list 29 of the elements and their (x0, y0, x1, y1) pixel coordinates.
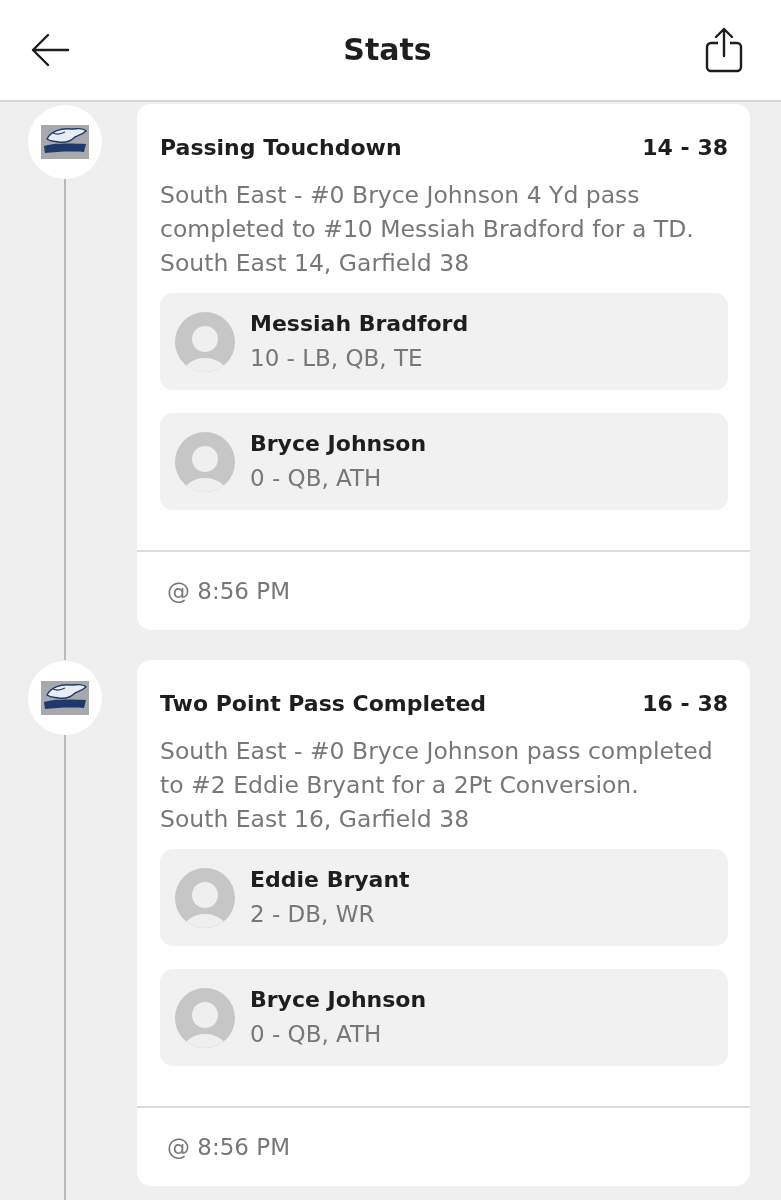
avatar-icon (175, 431, 235, 492)
score-summary: South East 16, Garfield 38 (159, 804, 471, 835)
player-card[interactable]: Bryce Johnson 0 - QB, ATH (160, 969, 728, 1066)
time-label: @ 8:56 PM (167, 1133, 290, 1162)
share-icon[interactable] (705, 27, 743, 73)
event-title: Passing Touchdown (160, 134, 402, 162)
page-title: Stats (343, 31, 432, 69)
player-details: 0 - QB, ATH (250, 463, 383, 493)
player-card[interactable]: Messiah Bradford 10 - LB, QB, TE (160, 293, 728, 390)
score-summary: South East 14, Garfield 38 (159, 248, 471, 279)
time-label: @ 8:56 PM (167, 577, 290, 606)
player-card[interactable]: Eddie Bryant 2 - DB, WR (160, 849, 728, 946)
avatar-icon (175, 867, 235, 928)
player-card[interactable]: Bryce Johnson 0 - QB, ATH (160, 413, 728, 510)
play-description: South East - #0 Bryce Johnson pass completed to #2 Eddie Bryant for a 2Pt Conversion. (159, 736, 714, 801)
avatar-icon (175, 311, 235, 372)
play-description: South East - #0 Bryce Johnson 4 Yd pass completed to #10 Messiah Bradford for a TD. (159, 180, 695, 245)
event-score: 14 - 38 (642, 134, 728, 162)
player-name: Eddie Bryant (250, 865, 410, 894)
back-arrow-icon[interactable] (30, 33, 70, 67)
avatar-icon (175, 987, 235, 1048)
player-details: 0 - QB, ATH (250, 1019, 383, 1049)
event-title: Two Point Pass Completed (160, 690, 487, 718)
player-name: Messiah Bradford (250, 309, 469, 338)
event-score: 16 - 38 (642, 690, 728, 718)
player-name: Bryce Johnson (250, 429, 427, 458)
player-details: 10 - LB, QB, TE (250, 343, 424, 373)
player-details: 2 - DB, WR (250, 899, 376, 929)
player-name: Bryce Johnson (250, 985, 427, 1014)
